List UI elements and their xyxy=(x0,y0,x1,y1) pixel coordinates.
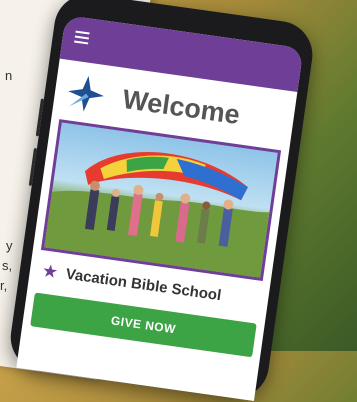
paper-text-fragment: r, xyxy=(0,278,8,293)
phone-screen: Welcome ★ Vacation Bible School GIVE NOW xyxy=(16,15,304,402)
church-logo-icon xyxy=(62,69,110,118)
hamburger-menu-icon[interactable] xyxy=(74,30,90,48)
page-title: Welcome xyxy=(120,83,242,130)
star-icon: ★ xyxy=(40,260,60,283)
paper-text-fragment: y xyxy=(6,238,13,253)
phone: Welcome ★ Vacation Bible School GIVE NOW xyxy=(6,0,317,402)
paper-text-fragment: s, xyxy=(2,258,13,273)
paper-text-fragment: n xyxy=(5,68,13,83)
